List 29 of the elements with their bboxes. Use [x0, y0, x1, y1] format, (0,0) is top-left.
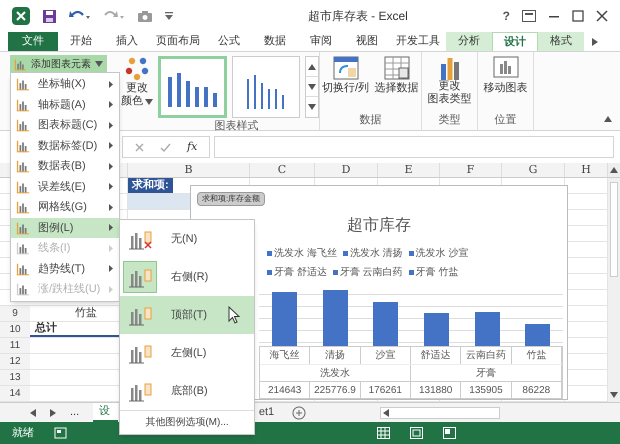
table-cell-text: 竹盐 [74, 306, 97, 322]
status-text: 就绪 [12, 426, 34, 441]
category-label: 舒适达 [420, 348, 451, 363]
category-label: 海飞丝 [270, 348, 300, 363]
legend-label: 洗发水 沙宣 [416, 246, 468, 261]
window-title: 超市库存表 - Excel [308, 8, 408, 25]
category-group-label: 牙膏 [476, 366, 496, 380]
data-table-cell-text: 86228 [522, 384, 550, 398]
legend-label: 牙膏 舒适达 [274, 266, 327, 280]
group-label: 类型 [438, 112, 460, 128]
table-cell-text: 总计 [34, 320, 57, 336]
category-label: 云南白药 [466, 348, 506, 363]
category-group-label: 洗发水 [320, 366, 350, 380]
category-label: 沙宣 [375, 348, 396, 363]
legend-label: 洗发水 清扬 [350, 246, 403, 261]
data-table-cell-text: 225776.9 [314, 384, 356, 398]
group-label: 位置 [494, 112, 516, 128]
data-table-cell-text: 176261 [368, 384, 402, 398]
data-table-cell-text: 135905 [469, 384, 503, 398]
data-table-cell-text: 131880 [418, 384, 452, 398]
data-table-cell-text: 214643 [268, 384, 302, 398]
legend-label: 牙膏 竹盐 [416, 266, 458, 280]
chart-title: 超市库存 [347, 216, 411, 236]
legend-label: 牙膏 云南白药 [340, 266, 403, 280]
category-label: 清扬 [324, 348, 345, 363]
category-label: 竹盐 [526, 348, 546, 363]
group-label: 图表样式 [214, 119, 258, 134]
legend-label: 洗发水 海飞丝 [274, 246, 337, 261]
group-label: 数据 [360, 112, 382, 128]
